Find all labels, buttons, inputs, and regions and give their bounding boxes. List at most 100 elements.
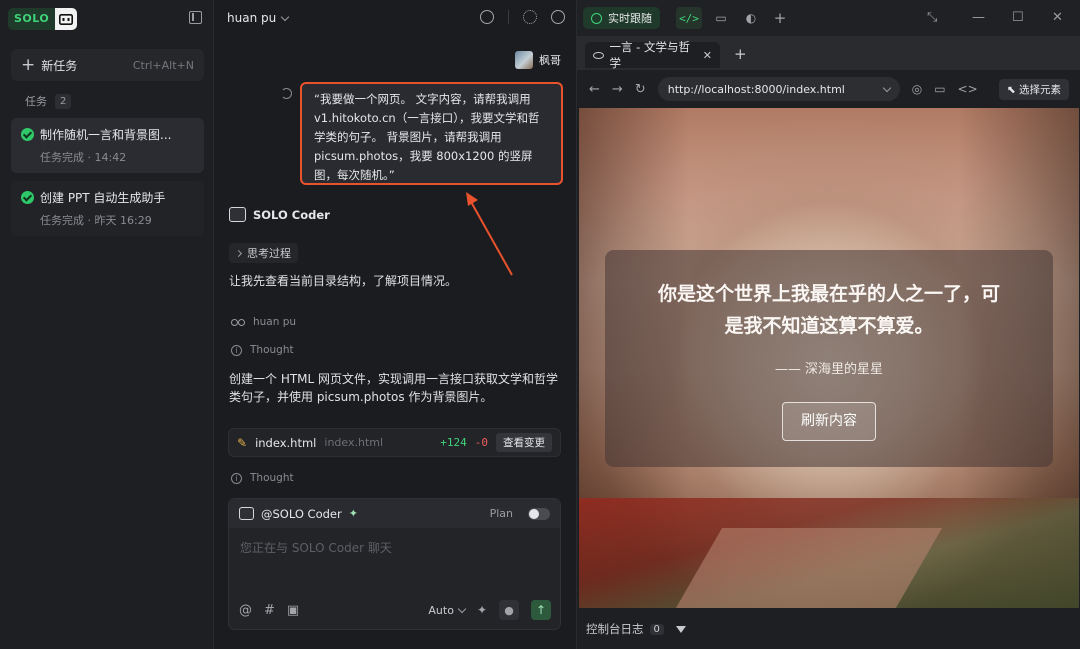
- check-circle-icon: [21, 191, 34, 204]
- background-path: [675, 528, 943, 608]
- browser-tab[interactable]: 一言 - 文学与哲学 ✕: [585, 40, 720, 70]
- task-item-random-quote[interactable]: 制作随机一言和背景图... 任务完成 · 14:42: [11, 118, 204, 173]
- thought-label: Thought: [250, 344, 294, 356]
- console-count-badge: 0: [649, 623, 664, 635]
- chevron-right-icon: [234, 249, 243, 257]
- user-switcher[interactable]: huan pu: [227, 11, 290, 25]
- gear-icon[interactable]: [523, 10, 537, 24]
- file-name: index.html: [255, 435, 317, 450]
- thought-row[interactable]: i Thought: [231, 344, 294, 356]
- microphone-icon[interactable]: ●: [499, 600, 519, 620]
- tasks-label: 任务: [25, 95, 47, 108]
- plan-toggle[interactable]: [528, 507, 550, 520]
- divider: [508, 10, 509, 24]
- maximize-icon[interactable]: ☐: [1012, 10, 1024, 25]
- hash-icon[interactable]: #: [264, 603, 275, 618]
- quote-text: 你是这个世界上我最在乎的人之一了，可 是我不知道这算不算爱。: [605, 278, 1053, 342]
- brand-label: SOLO: [8, 8, 56, 30]
- forward-icon[interactable]: →: [612, 82, 623, 97]
- address-bar[interactable]: http://localhost:8000/index.html: [657, 77, 900, 101]
- info-icon: i: [231, 472, 242, 484]
- send-icon[interactable]: ↑: [531, 600, 551, 620]
- message-sender: 枫哥: [515, 51, 561, 69]
- chat-composer: @SOLO Coder ✦ Plan 您正在与 SOLO Coder 聊天 @ …: [228, 498, 561, 630]
- console-label[interactable]: 控制台日志: [586, 621, 644, 637]
- check-circle-icon: [21, 128, 34, 141]
- browser-chrome: 一言 - 文学与哲学 ✕ + ← → ↻ http://localhost:80…: [577, 36, 1080, 108]
- thinking-process-toggle[interactable]: 思考过程: [229, 243, 298, 263]
- image-icon[interactable]: ▣: [287, 603, 299, 618]
- model-label: Auto: [428, 603, 454, 617]
- devtools-icon[interactable]: <>: [958, 82, 978, 96]
- code-icon[interactable]: </>: [676, 7, 702, 29]
- target-icon[interactable]: ◎: [912, 82, 922, 96]
- new-task-shortcut: Ctrl+Alt+N: [132, 58, 194, 72]
- view-changes-button[interactable]: 查看变更: [496, 433, 552, 452]
- chat-toolbar: [480, 10, 565, 24]
- close-tab-icon[interactable]: ✕: [703, 49, 712, 62]
- sparkle-icon[interactable]: ✦: [477, 603, 487, 617]
- undo-icon[interactable]: [281, 88, 292, 99]
- lines-removed: -0: [474, 436, 488, 449]
- sidebar-toggle-icon[interactable]: [189, 11, 202, 24]
- agent-text-line: 类句子，并使用 picsum.photos 作为背景图片。: [229, 390, 493, 404]
- minimize-icon[interactable]: —: [972, 10, 985, 25]
- model-select[interactable]: Auto: [428, 603, 467, 617]
- tasks-header: 任务 2: [25, 93, 72, 109]
- tab-live-follow[interactable]: 实时跟随: [583, 7, 660, 29]
- refresh-button[interactable]: 刷新内容: [782, 402, 876, 441]
- chevron-down-icon: [882, 83, 891, 92]
- coder-logo-icon: [229, 207, 246, 222]
- terminal-icon[interactable]: ▭: [708, 7, 734, 29]
- device-icon[interactable]: ▭: [934, 82, 945, 96]
- file-path: index.html: [324, 436, 384, 449]
- globe-icon: [591, 12, 602, 24]
- user-name: huan pu: [227, 11, 277, 25]
- quote-line: 是我不知道这算不算爱。: [724, 315, 934, 337]
- task-meta: 任务完成 · 14:42: [40, 151, 127, 164]
- glasses-icon: [231, 318, 245, 326]
- mention-icon[interactable]: @: [239, 603, 252, 618]
- sender-name: 枫哥: [539, 54, 561, 67]
- info-icon: i: [231, 344, 242, 356]
- agent-mention[interactable]: @SOLO Coder: [261, 507, 342, 521]
- task-item-ppt-assistant[interactable]: 创建 PPT 自动生成助手 任务完成 · 昨天 16:29: [11, 181, 204, 236]
- new-task-button[interactable]: + 新任务 Ctrl+Alt+N: [11, 49, 204, 81]
- task-meta: 任务完成 · 昨天 16:29: [40, 214, 152, 227]
- coder-logo-icon: [55, 8, 78, 30]
- new-task-label: 新任务: [41, 58, 78, 73]
- add-tab-icon[interactable]: +: [767, 7, 793, 29]
- browser-tab-title: 一言 - 文学与哲学: [609, 40, 690, 70]
- task-title: 创建 PPT 自动生成助手: [40, 191, 166, 205]
- select-element-label: 选择元素: [1019, 83, 1061, 96]
- panel-tabs: 实时跟随 </> ▭ ◐ + ⤡ — ☐ ✕: [577, 0, 1080, 36]
- close-icon[interactable]: ✕: [1052, 10, 1063, 25]
- composer-header: @SOLO Coder ✦ Plan: [229, 499, 560, 528]
- preview-panel: 实时跟随 </> ▭ ◐ + ⤡ — ☐ ✕ 一言 - 文学与哲学 ✕ + ← …: [576, 0, 1080, 649]
- chat-input[interactable]: 您正在与 SOLO Coder 聊天: [240, 539, 392, 556]
- user-message-bubble: “我要做一个网页。 文字内容，请帮我调用 v1.hitokoto.cn（一言接口…: [300, 82, 563, 185]
- navigation-bar: ← → ↻ http://localhost:8000/index.html ◎…: [577, 70, 1080, 108]
- new-chat-icon[interactable]: [480, 10, 494, 24]
- sidebar: SOLO + 新任务 Ctrl+Alt+N 任务 2 制作随机一言和背景图...…: [0, 0, 214, 649]
- tab-label: 实时跟随: [608, 12, 652, 25]
- tasks-count-badge: 2: [55, 93, 72, 109]
- select-element-button[interactable]: ⬉ 选择元素: [998, 78, 1069, 100]
- new-tab-icon[interactable]: +: [734, 45, 747, 63]
- file-change-card[interactable]: ✎ index.html index.html +124 -0 查看变更: [228, 428, 561, 457]
- page-preview: 你是这个世界上我最在乎的人之一了，可 是我不知道这算不算爱。 —— 深海里的星星…: [579, 108, 1079, 608]
- collapse-icon[interactable]: ⤡: [927, 10, 937, 25]
- brand-logo[interactable]: SOLO: [8, 8, 78, 30]
- annotation-arrow-icon: [466, 192, 513, 276]
- globe-icon[interactable]: ◐: [738, 7, 764, 29]
- filter-icon[interactable]: [675, 625, 686, 633]
- back-icon[interactable]: ←: [589, 82, 600, 97]
- agent-text-plan: 创建一个 HTML 网页文件，实现调用一言接口获取文学和哲学 类句子，并使用 p…: [229, 370, 558, 406]
- plan-label: Plan: [489, 507, 513, 520]
- account-icon[interactable]: [551, 10, 565, 24]
- agent-user-row: huan pu: [231, 316, 296, 328]
- reload-icon[interactable]: ↻: [635, 82, 646, 97]
- quote-line: 你是这个世界上我最在乎的人之一了，可: [657, 283, 1000, 305]
- thought-row[interactable]: i Thought: [231, 472, 294, 484]
- agent-text-line: 创建一个 HTML 网页文件，实现调用一言接口获取文学和哲学: [229, 372, 559, 386]
